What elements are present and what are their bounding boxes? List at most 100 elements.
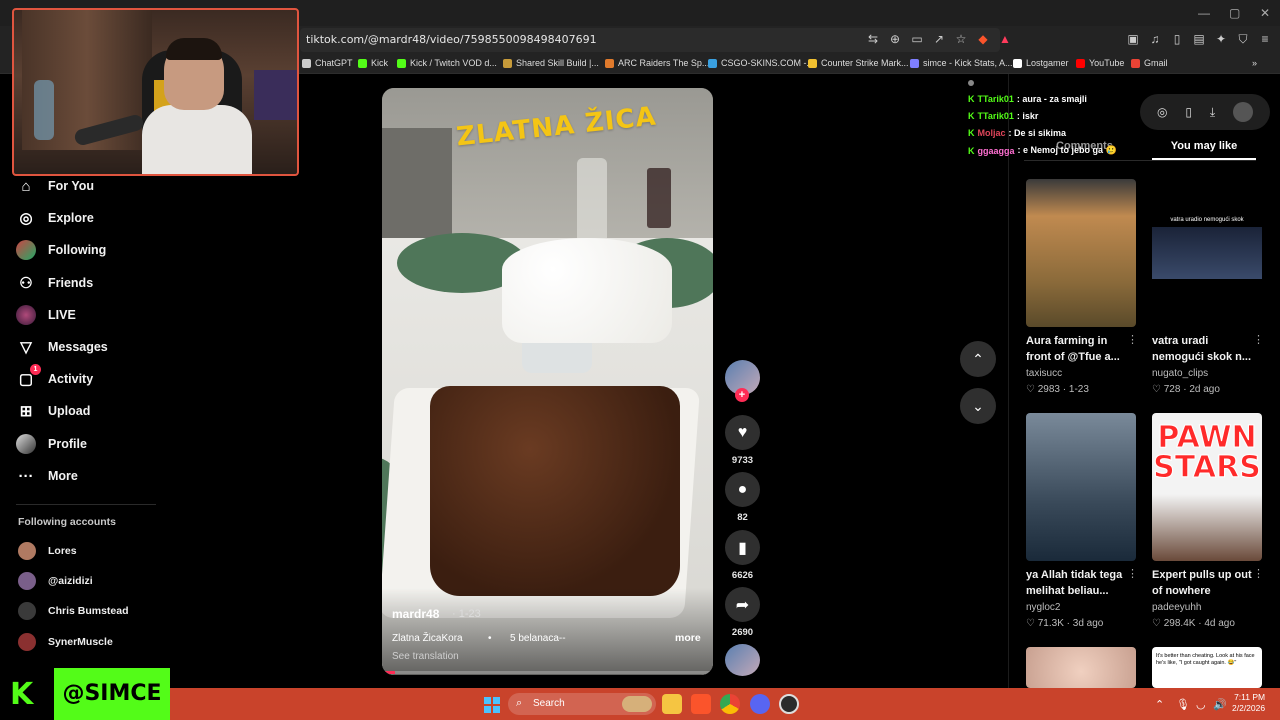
device-icon[interactable]: ▯ xyxy=(1185,105,1192,119)
sidebar-item-for-you[interactable]: ⌂ For You xyxy=(16,176,94,196)
follow-plus-button[interactable]: + xyxy=(735,388,749,402)
video-thumbnail[interactable]: It's better than cheating. Look at his f… xyxy=(1152,647,1262,688)
bookmark-item[interactable]: Gmail xyxy=(1131,58,1168,68)
thumbnail-text: It's better than cheating. Look at his f… xyxy=(1156,653,1255,666)
music-icon[interactable]: ♫ xyxy=(1148,32,1162,46)
tray-chevron-icon[interactable]: ⌃ xyxy=(1155,698,1164,711)
music-disc[interactable] xyxy=(725,644,760,676)
video-title[interactable]: Expert pulls up out of nowhere xyxy=(1152,567,1256,599)
video-author[interactable]: nugato_clips xyxy=(1152,368,1208,379)
kebab-menu-icon[interactable]: ⋮ xyxy=(1127,333,1138,346)
video-author[interactable]: taxisucc xyxy=(1026,368,1062,379)
bookmark-item[interactable]: Lostgamer xyxy=(1013,58,1069,68)
url-text[interactable]: tiktok.com/@mardr48/video/75985500984984… xyxy=(306,33,597,46)
bookmark-label: ChatGPT xyxy=(315,58,353,68)
sidebar-item-following[interactable]: Following xyxy=(16,240,106,260)
download-icon[interactable]: ⤓ xyxy=(1210,105,1215,120)
video-author[interactable]: mardr48 xyxy=(392,607,439,621)
following-account[interactable]: Chris Bumstead xyxy=(18,602,129,620)
account-name: SynerMuscle xyxy=(48,636,113,648)
sidebar-item-upload[interactable]: ⊞ Upload xyxy=(16,401,91,421)
taskbar-clock[interactable]: 7:11 PM 2/2/2026 xyxy=(1232,692,1265,714)
autoscroll-icon[interactable]: ◎ xyxy=(1157,105,1167,119)
video-title[interactable]: Aura farming in front of @Tfue a... xyxy=(1026,333,1130,365)
sidebar-item-more[interactable]: ··· More xyxy=(16,466,78,486)
following-account[interactable]: SynerMuscle xyxy=(18,633,113,651)
discord-icon[interactable] xyxy=(750,694,770,714)
more-button[interactable]: more xyxy=(675,632,701,644)
kebab-menu-icon[interactable]: ⋮ xyxy=(1253,567,1264,580)
video-progress-bar[interactable] xyxy=(382,671,713,674)
following-account[interactable]: @aizidizi xyxy=(18,572,93,590)
video-thumbnail[interactable]: vatra uradio nemogući skok xyxy=(1152,179,1262,327)
following-account[interactable]: Lores xyxy=(18,542,77,560)
obs-icon[interactable] xyxy=(779,694,799,714)
kebab-menu-icon[interactable]: ⋮ xyxy=(1127,567,1138,580)
menu-icon[interactable]: ≡ xyxy=(1258,32,1272,46)
windows-start-icon[interactable] xyxy=(484,697,500,713)
sidebar-item-explore[interactable]: ◎ Explore xyxy=(16,208,93,228)
user-avatar[interactable] xyxy=(1233,102,1254,122)
bookmark-item[interactable]: Shared Skill Build |... xyxy=(503,58,599,68)
bookmark-item[interactable]: Kick / Twitch VOD d... xyxy=(397,58,497,68)
sidebar-item-live[interactable]: LIVE xyxy=(16,305,76,325)
wallet-icon[interactable]: ▤ xyxy=(1192,32,1206,46)
kick-badge-icon: K xyxy=(968,145,975,156)
tab-you-may-like[interactable]: You may like xyxy=(1152,140,1256,152)
brave-shield-icon[interactable]: ◆ xyxy=(976,32,990,46)
see-translation-link[interactable]: See translation xyxy=(392,651,459,662)
comment-button[interactable]: ● xyxy=(725,472,760,507)
sidebar-item-profile[interactable]: Profile xyxy=(16,434,87,454)
close-icon[interactable]: ✕ xyxy=(1260,6,1270,20)
share-button[interactable]: ➦ xyxy=(725,587,760,622)
minimize-icon[interactable]: — xyxy=(1198,6,1210,20)
video-author[interactable]: padeeyuhh xyxy=(1152,602,1202,613)
bookmark-item[interactable]: YouTube xyxy=(1076,58,1124,68)
volume-icon[interactable]: 🔊 xyxy=(1213,698,1227,711)
brave-icon[interactable] xyxy=(691,694,711,714)
wifi-icon[interactable]: ◡ xyxy=(1196,698,1206,711)
video-thumbnail[interactable] xyxy=(1026,179,1136,327)
bookmark-item[interactable]: Kick xyxy=(358,58,388,68)
file-explorer-icon[interactable] xyxy=(662,694,682,714)
save-button[interactable]: ▮ xyxy=(725,530,760,565)
video-title[interactable]: ya Allah tidak tega melihat beliau... xyxy=(1026,567,1130,599)
webcam-bottle xyxy=(34,80,54,140)
chrome-icon[interactable] xyxy=(720,694,740,714)
bookmark-star-icon[interactable]: ☆ xyxy=(954,32,968,46)
microphone-icon[interactable]: 🎙 xyxy=(1176,698,1190,711)
video-thumbnail[interactable]: PAWN STARS xyxy=(1152,413,1262,561)
bookmark-item[interactable]: ARC Raiders The Sp... xyxy=(605,58,709,68)
video-thumbnail[interactable] xyxy=(1026,413,1136,561)
extensions-icon[interactable]: ✦ xyxy=(1214,32,1228,46)
video-player[interactable]: ZLATNA ŽICA mardr48 · 1-23 Zlatna ŽicaKo… xyxy=(382,88,713,675)
sidebar-item-activity[interactable]: ▢ 1 Activity xyxy=(16,364,93,389)
screen: — ▢ ✕ tiktok.com/@mardr48/video/75985500… xyxy=(0,0,1280,720)
next-video-button[interactable]: ⌄ xyxy=(960,388,996,424)
sidebar-item-friends[interactable]: ⚇ Friends xyxy=(16,273,93,293)
video-author[interactable]: nygloc2 xyxy=(1026,602,1060,613)
video-thumbnail[interactable] xyxy=(1026,647,1136,688)
zoom-icon[interactable]: ⊕ xyxy=(888,32,902,46)
more-bookmarks-icon[interactable]: » xyxy=(1252,58,1257,68)
sidebar-toggle-icon[interactable]: ▣ xyxy=(1126,32,1140,46)
bookmark-item[interactable]: ChatGPT xyxy=(302,58,353,68)
bookmark-item[interactable]: Counter Strike Mark... xyxy=(808,58,909,68)
cast-icon[interactable]: ▭ xyxy=(910,32,924,46)
vpn-icon[interactable]: ⛉ xyxy=(1236,32,1250,46)
video-title[interactable]: vatra uradi nemogući skok n... xyxy=(1152,333,1256,365)
bookmark-item[interactable]: simce - Kick Stats, A... xyxy=(910,58,1013,68)
translate-icon[interactable]: ⇆ xyxy=(866,32,880,46)
reader-icon[interactable]: ▯ xyxy=(1170,32,1184,46)
previous-video-button[interactable]: ⌃ xyxy=(960,341,996,377)
taskbar-search-text[interactable]: Search xyxy=(533,698,565,709)
like-button[interactable]: ♥ xyxy=(725,415,760,450)
heart-icon: ♥ xyxy=(737,423,748,441)
share-icon[interactable]: ↗ xyxy=(932,32,946,46)
bookmark-item[interactable]: CSGO-SKINS.COM -... xyxy=(708,58,814,68)
kebab-menu-icon[interactable]: ⋮ xyxy=(1253,333,1264,346)
sidebar-item-messages[interactable]: ▽ Messages xyxy=(16,337,108,357)
maximize-icon[interactable]: ▢ xyxy=(1229,6,1240,20)
chevron-up-icon: ⌃ xyxy=(972,350,984,367)
rewards-icon[interactable]: ▲ xyxy=(998,32,1012,46)
